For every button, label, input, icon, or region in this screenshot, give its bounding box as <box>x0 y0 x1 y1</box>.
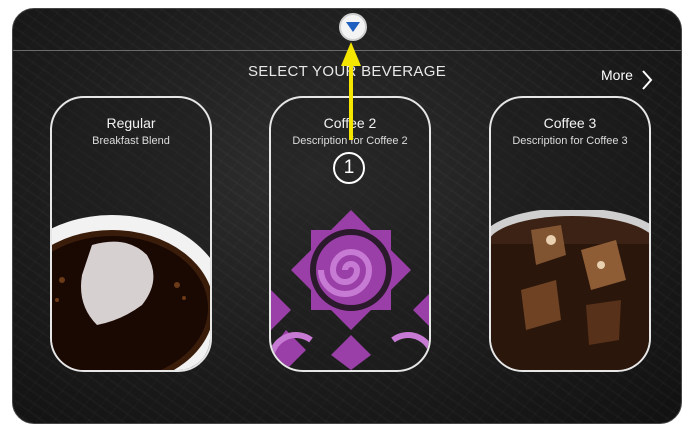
annotation-arrow <box>341 42 361 140</box>
step-number-badge: 1 <box>333 152 365 184</box>
